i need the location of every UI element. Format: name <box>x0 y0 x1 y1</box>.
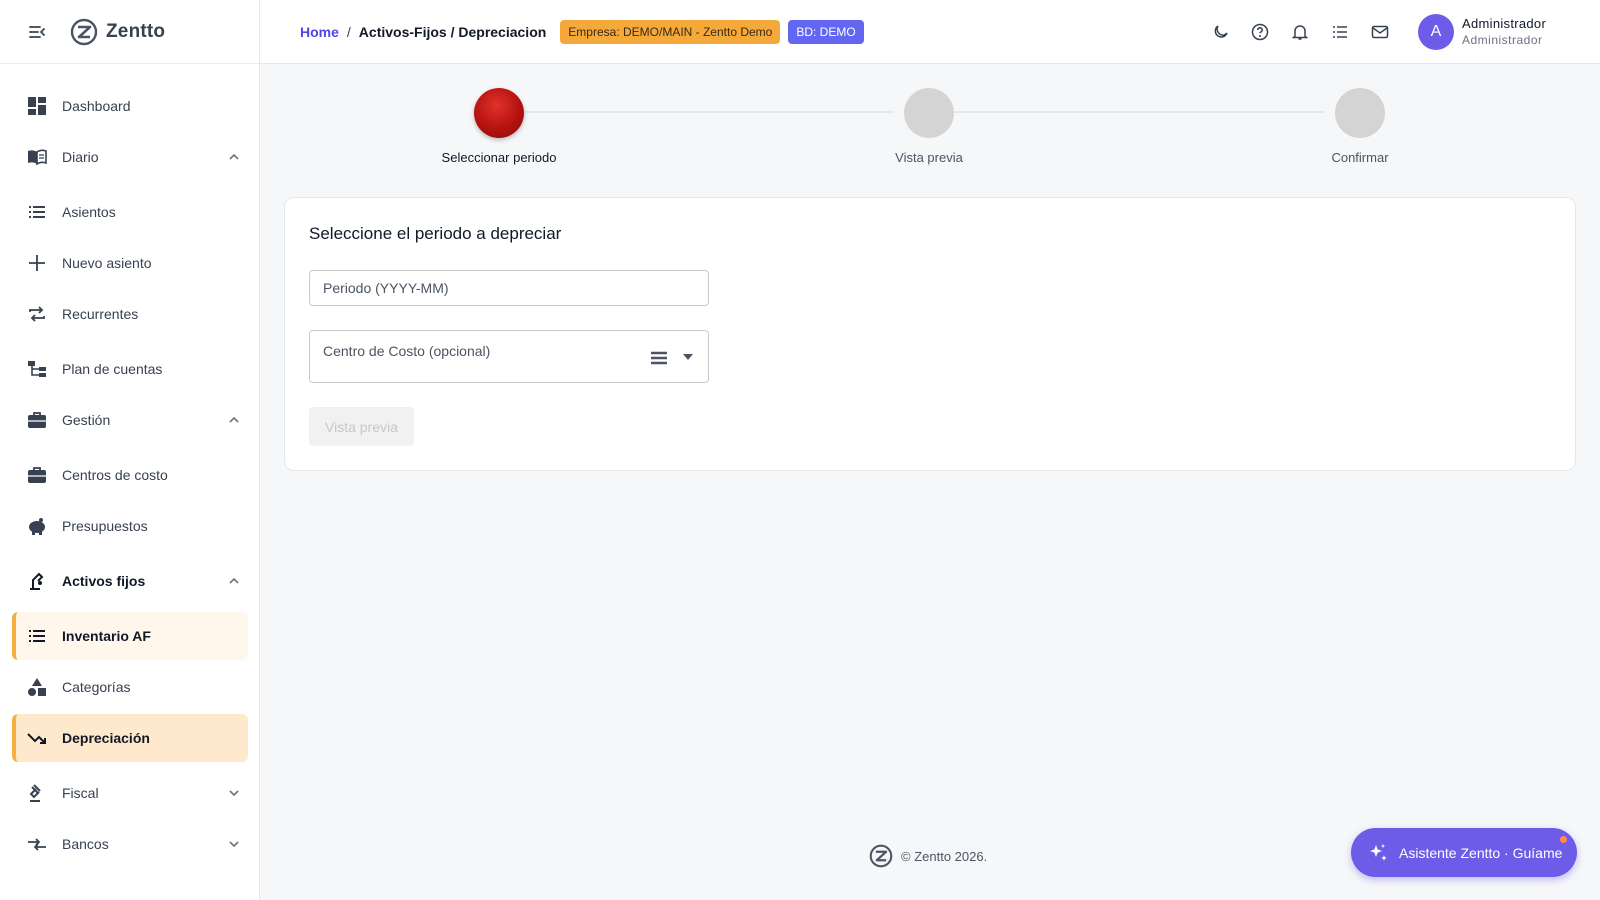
header-actions: A Administrador Administrador <box>1210 0 1600 64</box>
sidebar-item-inventario-af[interactable]: Inventario AF <box>12 612 248 660</box>
chevron-up-icon <box>229 577 239 584</box>
list-options-icon[interactable] <box>650 349 668 367</box>
period-input[interactable]: Periodo (YYYY-MM) <box>309 270 709 306</box>
card-title: Seleccione el periodo a depreciar <box>309 224 562 243</box>
sidebar-item-asientos[interactable]: Asientos <box>12 188 248 236</box>
wizard-stepper: Seleccionar periodo Vista previa Confirm… <box>260 64 1600 184</box>
cost-center-label: Centro de Costo (opcional) <box>323 343 491 359</box>
sidebar-item-presupuestos[interactable]: Presupuestos <box>12 502 248 550</box>
sidebar-item-bancos[interactable]: Bancos <box>12 820 248 868</box>
book-icon <box>26 146 48 168</box>
sidebar-item-centros-de-costo[interactable]: Centros de costo <box>12 451 248 499</box>
zentto-logo-icon <box>70 18 98 46</box>
sidebar-item-gestion[interactable]: Gestión <box>12 396 248 444</box>
sidebar-item-label: Fiscal <box>62 785 99 801</box>
user-name: Administrador <box>1462 16 1547 31</box>
chevron-down-icon <box>229 790 239 797</box>
sidebar-item-categorias[interactable]: Categorías <box>12 663 248 711</box>
notification-dot <box>1560 836 1567 843</box>
brand-bar: Zentto <box>0 0 259 64</box>
database-chip[interactable]: BD: DEMO <box>788 19 864 44</box>
depreciation-period-card: Seleccione el periodo a depreciar Period… <box>284 197 1576 471</box>
help-icon[interactable] <box>1250 22 1270 42</box>
step-vista-previa[interactable]: Vista previa <box>829 88 1029 165</box>
chevron-up-icon <box>229 153 239 160</box>
zentto-logo-icon <box>869 844 893 868</box>
step-indicator <box>1335 88 1385 138</box>
sidebar: Zentto Dashboard Diario Asientos Nuevo a… <box>0 0 260 900</box>
preview-button[interactable]: Vista previa <box>309 407 414 446</box>
briefcase-icon <box>26 464 48 486</box>
sparkle-icon <box>1370 843 1387 861</box>
step-label: Confirmar <box>1331 150 1389 165</box>
step-indicator <box>474 88 524 138</box>
list-icon <box>26 625 48 647</box>
piggy-bank-icon <box>26 515 48 537</box>
plus-icon <box>26 252 48 274</box>
user-info[interactable]: Administrador Administrador <box>1462 15 1580 49</box>
assistant-label: Asistente Zentto · Guíame <box>1399 844 1563 861</box>
sidebar-item-label: Activos fijos <box>62 573 146 589</box>
category-icon <box>26 676 48 698</box>
caret-down-icon[interactable] <box>682 353 694 361</box>
user-avatar[interactable]: A <box>1418 14 1454 50</box>
company-chip[interactable]: Empresa: DEMO/MAIN - Zentto Demo <box>560 19 781 44</box>
step-seleccionar-periodo[interactable]: Seleccionar periodo <box>399 88 599 165</box>
sidebar-item-label: Asientos <box>62 204 116 220</box>
breadcrumb-home-link[interactable]: Home <box>300 24 339 40</box>
sidebar-item-nuevo-asiento[interactable]: Nuevo asiento <box>12 239 248 287</box>
gavel-icon <box>26 782 48 804</box>
sidebar-item-label: Dashboard <box>62 98 131 114</box>
sidebar-item-label: Depreciación <box>62 730 150 746</box>
sidebar-item-fiscal[interactable]: Fiscal <box>12 769 248 817</box>
sidebar-item-label: Plan de cuentas <box>62 361 163 377</box>
sidebar-item-label: Presupuestos <box>62 518 148 534</box>
sidebar-item-label: Nuevo asiento <box>62 255 152 271</box>
breadcrumb-current: Activos-Fijos / Depreciacion <box>358 23 547 40</box>
chevron-down-icon <box>229 841 239 848</box>
cost-center-select[interactable]: Centro de Costo (opcional) <box>309 330 709 383</box>
precision-tool-icon <box>26 570 48 592</box>
chevron-up-icon <box>229 416 239 423</box>
dark-mode-icon[interactable] <box>1210 22 1230 42</box>
step-indicator <box>904 88 954 138</box>
sidebar-item-label: Gestión <box>62 412 111 428</box>
sidebar-item-dashboard[interactable]: Dashboard <box>12 82 248 130</box>
top-header: Home / Activos-Fijos / Depreciacion Empr… <box>260 0 1600 64</box>
sidebar-item-label: Bancos <box>62 836 109 852</box>
trending-down-icon <box>26 727 48 749</box>
step-label: Vista previa <box>895 150 963 165</box>
notifications-bell-icon[interactable] <box>1290 22 1310 42</box>
sidebar-item-label: Diario <box>62 149 99 165</box>
repeat-icon <box>26 303 48 325</box>
dashboard-icon <box>26 95 48 117</box>
sidebar-item-plan-de-cuentas[interactable]: Plan de cuentas <box>12 345 248 393</box>
sidebar-item-label: Inventario AF <box>62 628 151 644</box>
user-role: Administrador <box>1462 33 1543 47</box>
task-list-icon[interactable] <box>1330 22 1350 42</box>
compare-arrows-icon <box>26 833 48 855</box>
sidebar-item-label: Centros de costo <box>62 467 168 483</box>
footer: © Zentto 2026. <box>869 843 987 869</box>
breadcrumb-separator: / <box>346 23 351 40</box>
copyright-text: © Zentto 2026. <box>901 848 988 864</box>
mail-icon[interactable] <box>1370 22 1390 42</box>
sidebar-item-recurrentes[interactable]: Recurrentes <box>12 290 248 338</box>
sidebar-item-depreciacion[interactable]: Depreciación <box>12 714 248 762</box>
menu-collapse-icon[interactable] <box>28 23 46 41</box>
step-label: Seleccionar periodo <box>441 150 557 165</box>
brand-name: Zentto <box>106 20 166 42</box>
sidebar-item-label: Recurrentes <box>62 306 139 322</box>
sidebar-item-diario[interactable]: Diario <box>12 133 248 181</box>
list-icon <box>26 201 48 223</box>
assistant-button[interactable]: Asistente Zentto · Guíame <box>1351 828 1577 877</box>
step-confirmar[interactable]: Confirmar <box>1260 88 1460 165</box>
account-tree-icon <box>26 358 48 380</box>
sidebar-item-activos-fijos[interactable]: Activos fijos <box>12 557 248 605</box>
breadcrumb: Home / Activos-Fijos / Depreciacion <box>300 24 546 40</box>
sidebar-item-label: Categorías <box>62 679 131 695</box>
briefcase-icon <box>26 409 48 431</box>
